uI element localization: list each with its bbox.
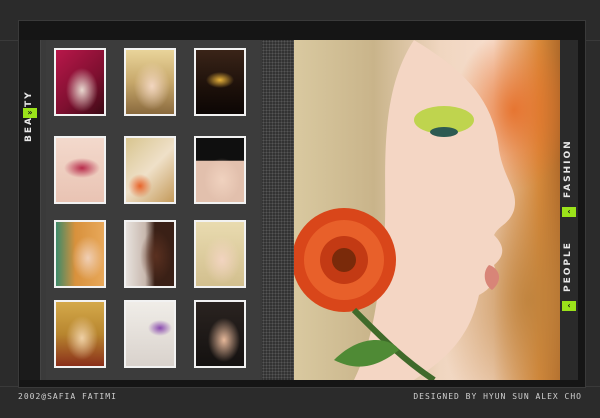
thumbnail-1[interactable] [54, 48, 106, 116]
thumbnail-6[interactable] [194, 136, 246, 204]
orange-flower [294, 208, 396, 312]
thumbnail-3[interactable] [194, 48, 246, 116]
fashion-label[interactable]: FASHION [563, 139, 573, 198]
thumbnail-9[interactable] [194, 220, 246, 288]
credit-text: DESIGNED BY HYUN SUN ALEX CHO [413, 392, 582, 401]
beauty-nav-tab[interactable]: BEAUTY » [20, 40, 41, 380]
beauty-arrow-icon[interactable]: » [23, 108, 37, 118]
thumbnail-5[interactable] [124, 136, 176, 204]
right-nav-tab: FASHION ‹ PEOPLE ‹ [560, 40, 578, 380]
dotted-separator [262, 40, 294, 380]
thumbnail-10[interactable] [54, 300, 106, 368]
thumbnail-12[interactable] [194, 300, 246, 368]
featured-portrait-art [294, 40, 516, 380]
people-arrow-icon[interactable]: ‹ [562, 301, 576, 311]
eye-shape [430, 127, 458, 137]
copyright-text: 2002@SAFIA FATIMI [18, 392, 117, 401]
thumbnail-grid [46, 40, 260, 380]
thumbnail-8[interactable] [124, 220, 176, 288]
featured-portrait [294, 40, 560, 380]
thumbnail-2[interactable] [124, 48, 176, 116]
face-shape [354, 40, 516, 380]
people-label[interactable]: PEOPLE [563, 241, 573, 292]
thumbnail-7[interactable] [54, 220, 106, 288]
fashion-arrow-icon[interactable]: ‹ [562, 207, 576, 217]
thumbnail-11[interactable] [124, 300, 176, 368]
thumbnail-4[interactable] [54, 136, 106, 204]
